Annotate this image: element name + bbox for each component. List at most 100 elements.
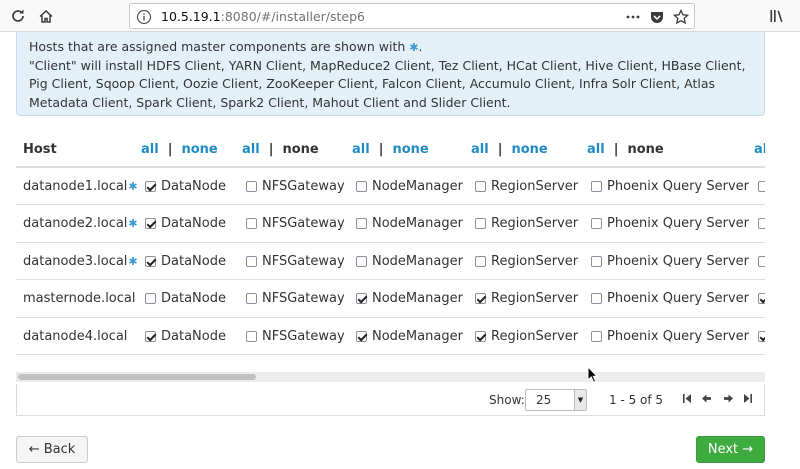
component-checkbox[interactable] [758,180,765,192]
page-size-select[interactable]: 25 ▼ [525,389,587,411]
component-label: DataNode [161,328,226,344]
pocket-icon[interactable] [648,8,666,26]
component-checkbox[interactable] [356,218,367,229]
component-cell[interactable]: RegionServer [475,281,578,317]
component-checkbox[interactable] [591,330,602,342]
component-checkbox[interactable] [758,330,765,342]
component-label: NodeManager [372,328,463,344]
component-label: NodeManager [372,291,463,306]
show-label: Show: [489,393,525,407]
component-cell[interactable]: DataNode [145,318,226,354]
component-checkbox[interactable] [145,330,156,342]
table-row: datanode4.local DataNode NFSGateway NodeMan… [16,318,765,355]
more-actions-icon[interactable] [624,8,642,26]
host-cell: datanode2.local ✱ [23,206,138,242]
component-cell[interactable]: DataNode [145,281,226,317]
select-none-link[interactable]: none [181,142,217,157]
component-checkbox[interactable] [475,218,486,229]
component-checkbox[interactable] [246,180,257,192]
component-checkbox[interactable] [758,293,765,304]
url-bar[interactable]: 10.5.19.1:8080/#/installer/step6 [129,3,695,29]
component-cell[interactable]: Client [758,206,765,242]
select-all-link[interactable]: all [141,142,159,157]
component-checkbox[interactable] [475,330,486,342]
next-button[interactable]: Next → [696,436,765,463]
component-cell[interactable]: Phoenix Query Server [591,168,749,204]
previous-page-icon[interactable] [701,393,712,407]
component-label: RegionServer [491,216,579,231]
component-cell[interactable]: DataNode [145,206,226,242]
component-checkbox[interactable] [356,180,367,192]
select-all-link[interactable]: all [587,142,605,157]
component-checkbox[interactable] [246,293,257,304]
scrollbar-thumb[interactable] [18,374,256,380]
first-page-icon[interactable] [682,393,692,407]
select-all-link[interactable]: all [352,142,370,157]
component-checkbox[interactable] [475,293,486,304]
component-cell[interactable]: NFSGateway [246,243,345,279]
reload-icon[interactable] [6,4,30,28]
component-cell[interactable]: NodeManager [356,243,463,279]
host-cell: datanode1.local ✱ [23,168,138,204]
component-checkbox[interactable] [145,255,156,267]
component-cell[interactable]: NodeManager [356,168,463,204]
select-none-link[interactable]: none [392,142,428,157]
component-checkbox[interactable] [356,330,367,342]
component-cell[interactable]: NFSGateway [246,206,345,242]
component-cell[interactable]: Client [758,281,765,317]
component-cell[interactable]: Client [758,318,765,354]
component-checkbox[interactable] [145,180,156,192]
component-checkbox[interactable] [246,255,257,267]
component-checkbox[interactable] [591,180,602,192]
home-icon[interactable] [34,4,58,28]
select-all-link[interactable]: all [242,142,260,157]
component-checkbox[interactable] [475,255,486,267]
component-cell[interactable]: Client [758,168,765,204]
component-checkbox[interactable] [145,218,156,229]
component-cell[interactable]: NodeManager [356,206,463,242]
select-none-link[interactable]: none [282,142,318,157]
select-none-link[interactable]: none [511,142,547,157]
component-cell[interactable]: Phoenix Query Server [591,281,749,317]
component-cell[interactable]: RegionServer [475,206,578,242]
component-cell[interactable]: Client [758,243,765,279]
next-page-icon[interactable] [723,393,734,407]
component-cell[interactable]: DataNode [145,168,226,204]
host-name: datanode2.local [23,216,128,231]
component-cell[interactable]: Phoenix Query Server [591,318,749,354]
component-checkbox[interactable] [356,255,367,267]
component-cell[interactable]: RegionServer [475,318,578,354]
component-cell[interactable]: RegionServer [475,168,578,204]
component-cell[interactable]: NFSGateway [246,318,345,354]
select-none-link[interactable]: none [627,142,663,157]
component-checkbox[interactable] [246,218,257,229]
component-cell[interactable]: RegionServer [475,243,578,279]
component-checkbox[interactable] [246,330,257,342]
back-button[interactable]: ← Back [16,436,88,463]
component-checkbox[interactable] [591,293,602,304]
component-cell[interactable]: Phoenix Query Server [591,243,749,279]
component-checkbox[interactable] [591,218,602,229]
component-checkbox[interactable] [758,218,765,229]
component-checkbox[interactable] [356,293,367,304]
select-all-link[interactable]: all [754,142,765,157]
last-page-icon[interactable] [743,393,753,407]
horizontal-scrollbar[interactable] [16,372,765,382]
component-checkbox[interactable] [475,180,486,192]
library-icon[interactable] [765,4,789,28]
component-cell[interactable]: Phoenix Query Server [591,206,749,242]
info-icon[interactable] [136,9,152,25]
component-checkbox[interactable] [591,255,602,267]
select-all-link[interactable]: all [471,142,489,157]
bookmark-star-icon[interactable] [672,8,690,26]
component-cell[interactable]: DataNode [145,243,226,279]
component-label: Phoenix Query Server [607,216,749,231]
component-checkbox[interactable] [758,255,765,267]
component-cell[interactable]: NodeManager [356,318,463,354]
component-checkbox[interactable] [145,293,156,304]
component-cell[interactable]: NodeManager [356,281,463,317]
chevron-down-icon[interactable]: ▼ [574,390,586,410]
component-cell[interactable]: NFSGateway [246,281,345,317]
component-label: NodeManager [372,216,463,231]
component-cell[interactable]: NFSGateway [246,168,345,204]
